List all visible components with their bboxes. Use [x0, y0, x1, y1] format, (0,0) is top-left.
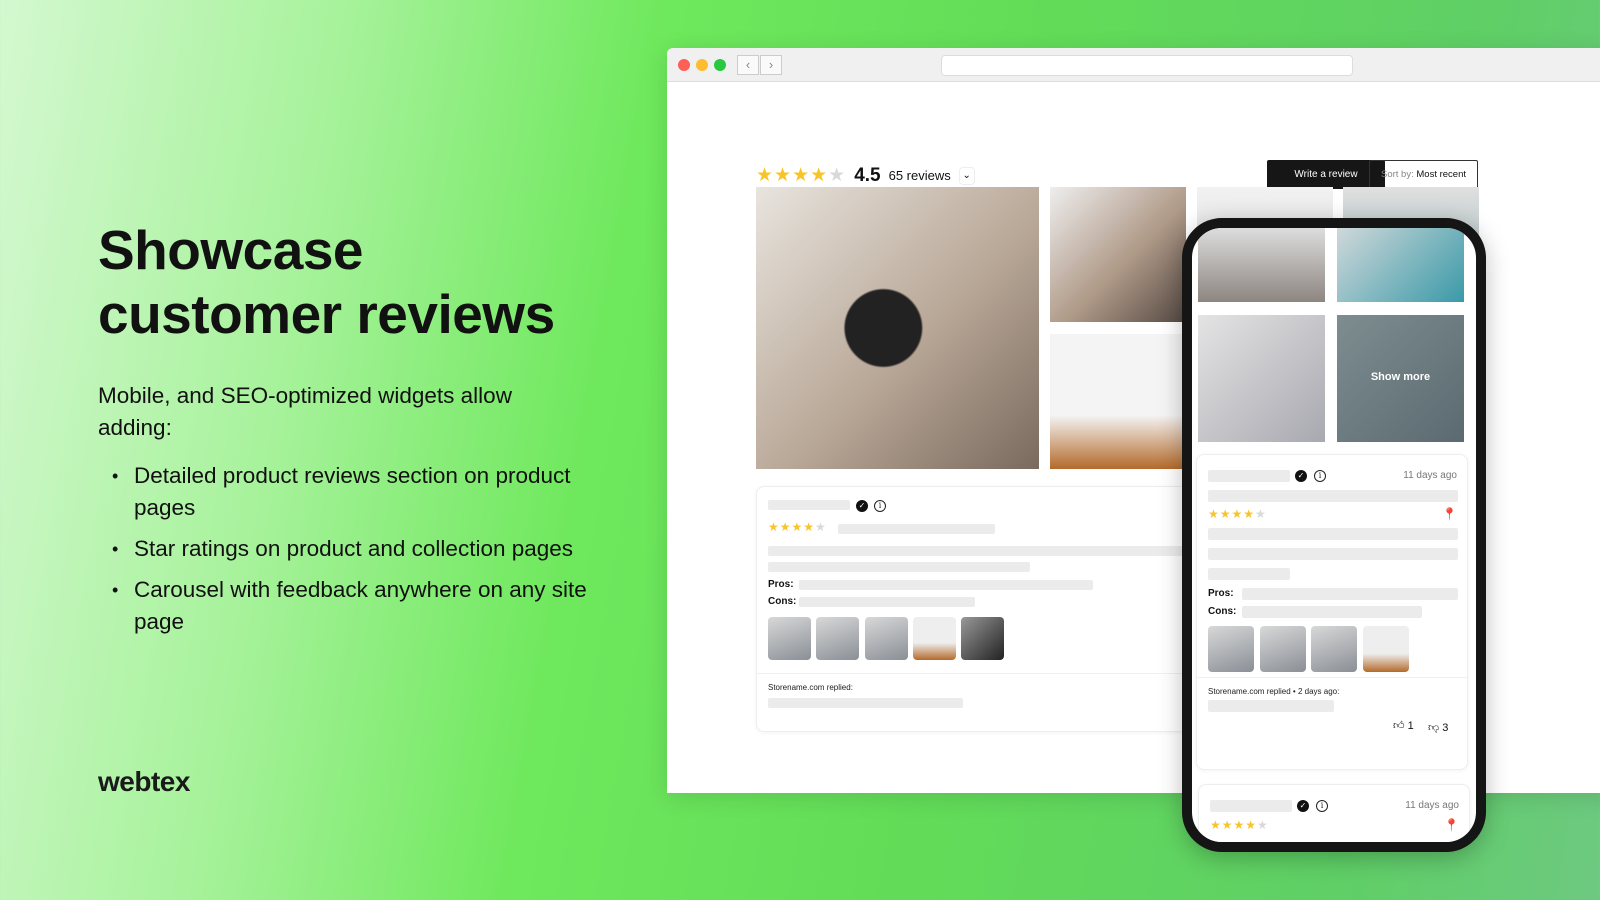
thumbs-up-icon: 👍︎ [1393, 720, 1405, 732]
title-bar: ‹ › [667, 48, 1600, 82]
star-rating: ★★★★★ [1208, 507, 1267, 521]
placeholder-bar [1208, 470, 1290, 482]
review-photo[interactable] [1198, 228, 1325, 302]
placeholder-bar [768, 546, 1188, 556]
review-photo[interactable] [1198, 315, 1325, 442]
cons-label: Cons: [768, 596, 797, 607]
mobile-review-card: ✓ i 11 days ago ★★★★★ 📍 [1198, 784, 1470, 842]
review-count: 65 reviews [888, 168, 951, 183]
feature-item: Carousel with feedback anywhere on any s… [98, 574, 588, 638]
divider [1197, 677, 1467, 678]
average-rating: 4.5 [854, 164, 881, 186]
location-pin-icon: 📍 [1444, 818, 1459, 832]
placeholder-bar [768, 562, 1030, 572]
placeholder-bar [1208, 568, 1290, 580]
review-thumbnail[interactable] [913, 617, 956, 660]
close-window-button[interactable] [678, 59, 690, 71]
placeholder-bar [768, 698, 963, 708]
thumbs-down-icon: 👎︎ [1428, 722, 1440, 734]
cons-label: Cons: [1208, 606, 1237, 617]
mobile-phone-mockup: Show more ✓ i 11 days ago ★★★★★ 📍 Pros: … [1182, 218, 1486, 852]
write-review-button[interactable]: Write a review [1267, 160, 1385, 189]
like-button[interactable]: 👍︎ 1 [1393, 719, 1414, 732]
chevron-down-icon[interactable]: ⌄ [958, 166, 975, 185]
verified-icon: ✓ [1295, 470, 1307, 482]
store-reply-label: Storename.com replied • 2 days ago: [1208, 687, 1340, 696]
review-thumbnail[interactable] [1208, 626, 1254, 672]
review-photo[interactable] [1050, 334, 1186, 469]
placeholder-bar [1210, 800, 1292, 812]
placeholder-bar [1242, 606, 1422, 618]
review-thumbnail[interactable] [865, 617, 908, 660]
pros-label: Pros: [1208, 588, 1234, 599]
placeholder-bar [1208, 700, 1334, 712]
back-icon[interactable]: ‹ [737, 55, 759, 75]
hero-title: Showcase customer reviews [98, 219, 555, 345]
info-icon[interactable]: i [1316, 800, 1328, 812]
mobile-review-card: ✓ i 11 days ago ★★★★★ 📍 Pros: Cons: Stor… [1196, 454, 1468, 770]
review-thumbnail[interactable] [1363, 626, 1409, 672]
review-time: 11 days ago [1405, 800, 1459, 811]
star-rating: ★★★★★ [1210, 818, 1269, 832]
show-more-button[interactable]: Show more [1337, 315, 1464, 442]
review-card: ✓ i ★★★★★ Pros: Cons: Storename.com repl… [756, 486, 1196, 732]
review-thumbnail[interactable] [768, 617, 811, 660]
star-rating: ★★★★★ [756, 165, 847, 186]
placeholder-bar [1208, 490, 1458, 502]
divider [757, 673, 1195, 674]
placeholder-bar [768, 500, 850, 510]
feature-list: Detailed product reviews section on prod… [98, 460, 588, 638]
review-thumbnail[interactable] [1311, 626, 1357, 672]
info-icon[interactable]: i [1314, 470, 1326, 482]
location-pin-icon: 📍 [1442, 507, 1457, 521]
hero-intro: Mobile, and SEO-optimized widgets allow … [98, 383, 512, 440]
review-time: 11 days ago [1403, 470, 1457, 481]
pros-label: Pros: [768, 579, 794, 590]
review-thumbnail[interactable] [816, 617, 859, 660]
feature-item: Detailed product reviews section on prod… [98, 460, 588, 524]
placeholder-bar [1208, 548, 1458, 560]
dislike-button[interactable]: 👎︎ 3 [1428, 721, 1448, 734]
star-rating: ★★★★★ [768, 520, 827, 534]
review-thumbnail[interactable] [1260, 626, 1306, 672]
review-photo[interactable] [1050, 187, 1186, 322]
placeholder-bar [1208, 528, 1458, 540]
address-bar[interactable] [941, 55, 1353, 76]
minimize-window-button[interactable] [696, 59, 708, 71]
webtex-logo: webtex [98, 766, 190, 797]
sort-dropdown[interactable]: Sort by: Most recent [1369, 160, 1478, 189]
review-thumbnail[interactable] [961, 617, 1004, 660]
placeholder-bar [799, 580, 1093, 590]
verified-icon: ✓ [856, 500, 868, 512]
placeholder-bar [1242, 588, 1458, 600]
info-icon[interactable]: i [874, 500, 886, 512]
store-reply-label: Storename.com replied: [768, 683, 853, 692]
forward-icon[interactable]: › [760, 55, 782, 75]
rating-summary: ★★★★★ 4.5 65 reviews ⌄ [756, 164, 975, 187]
maximize-window-button[interactable] [714, 59, 726, 71]
placeholder-bar [838, 524, 995, 534]
hero: Showcase customer reviews Mobile, and SEO… [98, 218, 588, 647]
placeholder-bar [799, 597, 975, 607]
review-photo[interactable] [756, 187, 1039, 469]
verified-icon: ✓ [1297, 800, 1309, 812]
feature-item: Star ratings on product and collection p… [98, 533, 588, 565]
review-photo[interactable] [1337, 228, 1464, 302]
